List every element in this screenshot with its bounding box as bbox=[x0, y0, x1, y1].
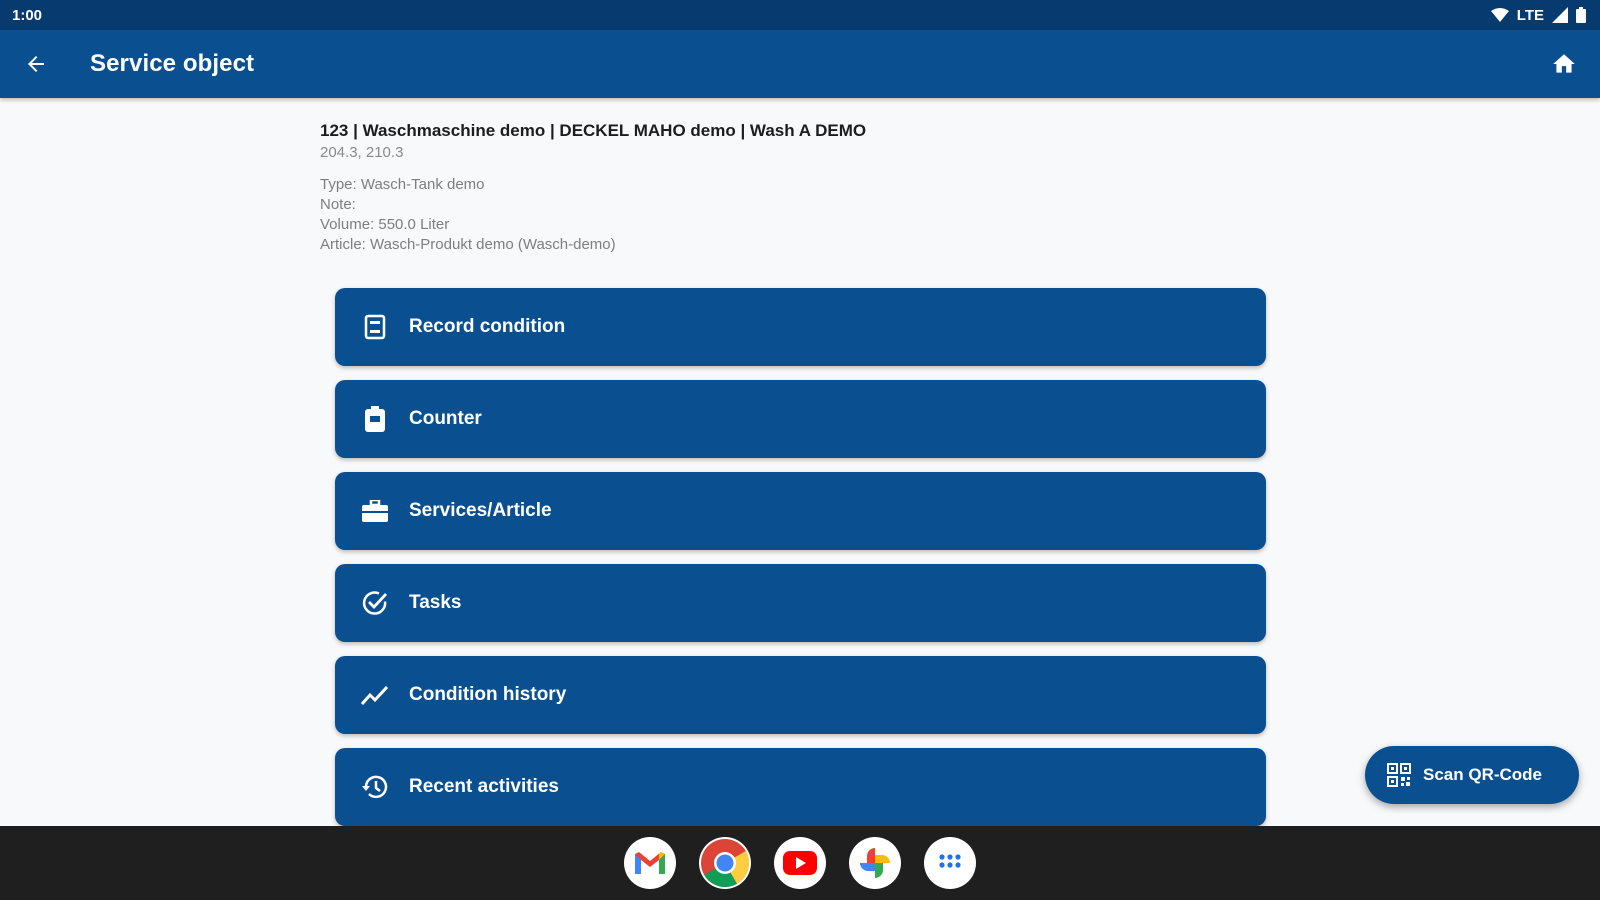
object-heading: 123 | Waschmaschine demo | DECKEL MAHO d… bbox=[320, 121, 867, 140]
network-type: LTE bbox=[1516, 6, 1544, 24]
back-button[interactable] bbox=[14, 42, 58, 86]
counter-icon bbox=[361, 405, 389, 433]
battery-icon bbox=[1576, 7, 1586, 23]
service-object-info: 123 | Waschmaschine demo | DECKEL MAHO d… bbox=[320, 120, 1220, 255]
menu-label: Recent activities bbox=[409, 776, 559, 797]
page-title: Service object bbox=[90, 50, 255, 77]
taskbar bbox=[0, 826, 1600, 900]
signal-icon bbox=[1552, 7, 1568, 23]
scan-qr-code-button[interactable]: Scan QR-Code bbox=[1365, 746, 1579, 804]
tasks-button[interactable]: Tasks bbox=[335, 564, 1266, 642]
menu-label: Condition history bbox=[409, 684, 567, 705]
counter-button[interactable]: Counter bbox=[335, 380, 1266, 458]
briefcase-icon bbox=[361, 497, 389, 525]
wifi-icon bbox=[1490, 8, 1509, 22]
menu-label: Services/Article bbox=[409, 500, 552, 521]
youtube-icon[interactable] bbox=[774, 837, 826, 889]
recent-activities-button[interactable]: Recent activities bbox=[335, 748, 1266, 826]
trend-icon bbox=[361, 681, 389, 709]
gmail-icon[interactable] bbox=[624, 837, 676, 889]
home-icon bbox=[1553, 54, 1575, 73]
menu-label: Tasks bbox=[409, 592, 462, 613]
chrome-icon[interactable] bbox=[699, 837, 751, 889]
services-article-button[interactable]: Services/Article bbox=[335, 472, 1266, 550]
menu-label: Counter bbox=[409, 408, 482, 429]
check-circle-icon bbox=[361, 589, 389, 617]
object-volume: Volume: 550.0 Liter bbox=[320, 216, 450, 233]
status-bar: 1:00 LTE bbox=[0, 0, 1600, 30]
action-menu: Record condition Counter Services/Articl… bbox=[335, 288, 1266, 840]
arrow-left-icon bbox=[28, 56, 44, 72]
fab-label: Scan QR-Code bbox=[1423, 765, 1543, 784]
app-bar: Service object bbox=[0, 30, 1600, 98]
condition-history-button[interactable]: Condition history bbox=[335, 656, 1266, 734]
qr-code-icon bbox=[1387, 763, 1411, 787]
record-condition-button[interactable]: Record condition bbox=[335, 288, 1266, 366]
menu-label: Record condition bbox=[409, 316, 566, 337]
status-time: 1:00 bbox=[12, 6, 43, 24]
app-drawer-icon[interactable] bbox=[924, 837, 976, 889]
status-icons: LTE bbox=[1490, 6, 1586, 24]
object-article: Article: Wasch-Produkt demo (Wasch-demo) bbox=[320, 236, 616, 253]
object-codes: 204.3, 210.3 bbox=[320, 144, 404, 161]
object-note: Note: bbox=[320, 196, 356, 213]
history-icon bbox=[361, 773, 389, 801]
home-button[interactable] bbox=[1542, 42, 1586, 86]
photos-icon[interactable] bbox=[849, 837, 901, 889]
object-type: Type: Wasch-Tank demo bbox=[320, 176, 485, 193]
object-details: Type: Wasch-Tank demo Note: Volume: 550.… bbox=[320, 175, 1220, 255]
clipboard-icon bbox=[361, 313, 389, 341]
